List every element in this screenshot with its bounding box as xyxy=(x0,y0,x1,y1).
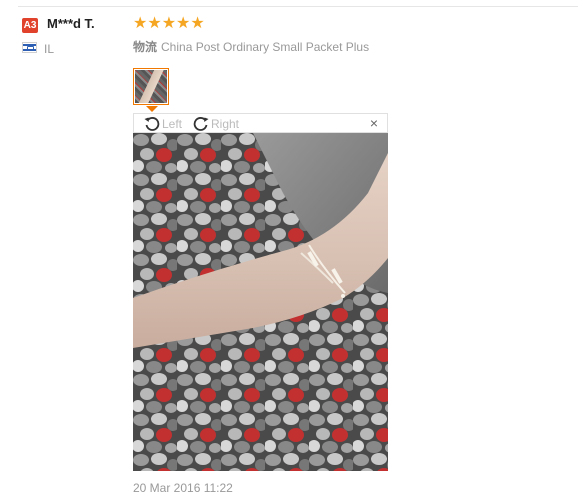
review-photo xyxy=(133,133,388,471)
divider xyxy=(18,6,578,7)
reviewer-country: IL xyxy=(44,42,55,56)
rotate-left-label: Left xyxy=(162,116,183,131)
review-page: A3 M***d T. IL ★★★★★ 物流 China Post Ordina… xyxy=(0,0,578,502)
shipping-label: 物流 xyxy=(133,40,158,54)
rotate-right-icon xyxy=(192,115,210,133)
shipping-method: China Post Ordinary Small Packet Plus xyxy=(161,40,370,54)
selected-arrow-icon xyxy=(146,106,158,112)
rotate-right-label: Right xyxy=(211,116,240,131)
close-viewer-button[interactable]: × xyxy=(370,115,378,132)
buyer-level-badge: A3 xyxy=(22,18,38,33)
rotate-left-button[interactable]: Left xyxy=(143,114,182,133)
shipping-info: 物流 China Post Ordinary Small Packet Plus xyxy=(133,38,369,55)
image-viewer-toolbar: Left Right × xyxy=(133,113,388,133)
rotate-right-button[interactable]: Right xyxy=(192,114,239,133)
review-date: 20 Mar 2016 11:22 xyxy=(133,481,233,495)
israel-flag-icon xyxy=(22,42,37,53)
star-rating: ★★★★★ xyxy=(133,15,205,32)
review-photo-thumbnail[interactable] xyxy=(133,68,169,105)
thumbnail-image xyxy=(135,70,167,103)
rotate-left-icon xyxy=(143,115,161,133)
reviewer-name: M***d T. xyxy=(47,16,95,31)
